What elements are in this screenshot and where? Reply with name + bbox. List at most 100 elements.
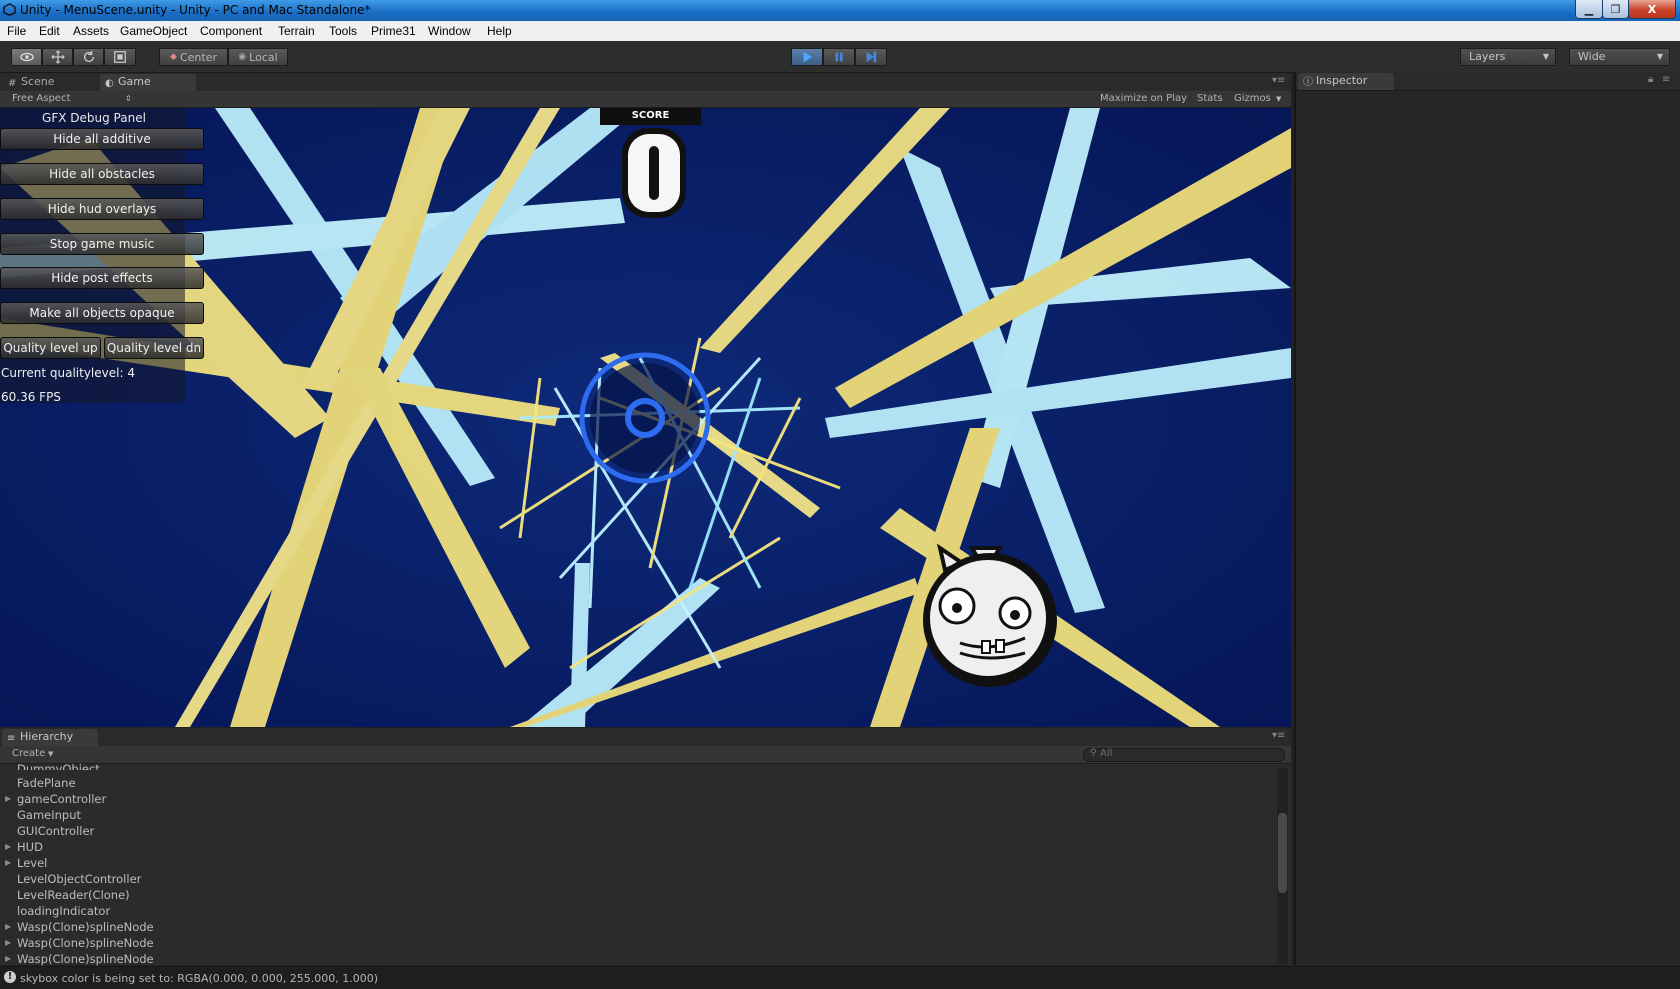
search-icon: ⚲: [1090, 748, 1097, 758]
info-icon: ⓘ: [1303, 77, 1313, 88]
pivot-rotation-button[interactable]: ◉ Local: [228, 48, 288, 66]
menu-component[interactable]: Component: [200, 24, 262, 38]
menu-tools[interactable]: Tools: [329, 24, 357, 38]
play-icon: [803, 51, 813, 63]
maximize-on-play-toggle[interactable]: Maximize on Play: [1100, 93, 1187, 104]
tab-scene[interactable]: # Scene: [3, 74, 95, 91]
maximize-button[interactable]: ❐: [1602, 0, 1629, 19]
close-button[interactable]: X: [1628, 0, 1676, 19]
lock-icon[interactable]: 🔒︎: [1648, 74, 1653, 85]
view-tool-button[interactable]: [11, 48, 42, 66]
expand-arrow-icon[interactable]: ▶: [5, 858, 11, 867]
quality-up-button[interactable]: Quality level up: [0, 337, 101, 359]
aspect-dropdown[interactable]: Free Aspect: [12, 93, 70, 104]
tab-hierarchy[interactable]: ≡ Hierarchy: [2, 729, 98, 746]
layout-label: Wide: [1578, 50, 1606, 63]
status-bar[interactable]: ! skybox color is being set to: RGBA(0.0…: [0, 966, 1680, 989]
hierarchy-item[interactable]: LevelObjectController: [17, 872, 141, 886]
hierarchy-item[interactable]: DummyObject: [17, 762, 100, 770]
tab-inspector-label: Inspector: [1316, 74, 1368, 87]
eye-icon: [19, 52, 34, 62]
maximize-icon: ❐: [1610, 2, 1621, 16]
hierarchy-item[interactable]: HUD: [17, 840, 43, 854]
dropdown-arrow-icon: ▼: [48, 750, 54, 758]
inspector-panel: ⓘ Inspector 🔒︎ ≡: [1294, 72, 1680, 965]
pacman-icon: ◐: [105, 78, 114, 89]
menu-assets[interactable]: Assets: [73, 24, 109, 38]
create-dropdown[interactable]: Create: [12, 748, 45, 759]
hide-additive-button[interactable]: Hide all additive: [0, 128, 204, 150]
tab-game[interactable]: ◐ Game: [100, 74, 196, 91]
hierarchy-item[interactable]: Wasp(Clone)splineNode: [17, 920, 154, 934]
tab-scene-label: Scene: [21, 75, 55, 88]
hierarchy-toolbar: Create ▼ ⚲ All: [0, 746, 1291, 764]
minimize-icon: ▁: [1584, 2, 1594, 16]
layers-dropdown[interactable]: Layers ▼: [1460, 48, 1556, 66]
info-message-icon: !: [4, 971, 16, 983]
panel-menu-icon[interactable]: ▾≡: [1272, 75, 1285, 86]
menu-help[interactable]: Help: [487, 24, 512, 38]
stop-game-music-button[interactable]: Stop game music: [0, 233, 204, 255]
game-view-bar: Free Aspect ⇕ Maximize on Play Stats Giz…: [0, 91, 1291, 108]
quality-down-button[interactable]: Quality level dn: [104, 337, 204, 359]
panel-menu-icon[interactable]: ≡: [1662, 74, 1670, 85]
gizmos-arrow-icon: ▼: [1276, 95, 1282, 103]
expand-arrow-icon[interactable]: ▶: [5, 954, 11, 963]
rotate-tool-button[interactable]: [73, 48, 104, 66]
minimize-button[interactable]: ▁: [1575, 0, 1603, 19]
hide-hud-overlays-button[interactable]: Hide hud overlays: [0, 198, 204, 220]
menu-prime31[interactable]: Prime31: [371, 24, 416, 38]
menu-terrain[interactable]: Terrain: [278, 24, 315, 38]
make-objects-opaque-button[interactable]: Make all objects opaque: [0, 302, 204, 324]
hierarchy-item[interactable]: GUIController: [17, 824, 94, 838]
dropdown-arrow-icon: ▼: [1656, 52, 1663, 61]
hierarchy-item[interactable]: loadingIndicator: [17, 904, 110, 918]
dropdown-arrow-icon: ▼: [1542, 52, 1549, 61]
title-bar: Unity - MenuScene.unity - Unity - PC and…: [0, 0, 1680, 21]
score-label: SCORE: [631, 110, 670, 121]
tab-game-label: Game: [118, 75, 151, 88]
expand-arrow-icon[interactable]: ▶: [5, 842, 11, 851]
hierarchy-panel: ≡ Hierarchy ▾≡ Create ▼ ⚲ All DummyObject…: [0, 728, 1291, 966]
pivot-mode-button[interactable]: ◆ Center: [159, 48, 228, 66]
aspect-arrow-icon: ⇕: [125, 94, 132, 103]
hierarchy-search-input[interactable]: ⚲ All: [1083, 748, 1285, 762]
move-tool-button[interactable]: [42, 48, 73, 66]
scrollbar-thumb[interactable]: [1278, 813, 1287, 893]
scale-tool-button[interactable]: [104, 48, 136, 66]
hierarchy-item[interactable]: FadePlane: [17, 776, 76, 790]
tab-inspector[interactable]: ⓘ Inspector: [1298, 73, 1394, 90]
stats-toggle[interactable]: Stats: [1197, 93, 1223, 104]
menu-edit[interactable]: Edit: [39, 24, 60, 38]
play-button[interactable]: [791, 48, 823, 66]
game-view[interactable]: SCORE 0 GFX Debug Panel Hide all additiv…: [0, 108, 1291, 727]
expand-arrow-icon[interactable]: ▶: [5, 922, 11, 931]
hierarchy-item[interactable]: LevelReader(Clone): [17, 888, 130, 902]
gizmos-dropdown[interactable]: Gizmos: [1234, 93, 1271, 104]
pivot-rotation-label: Local: [249, 50, 278, 64]
search-placeholder: All: [1100, 748, 1113, 759]
list-icon: ≡: [7, 733, 16, 744]
menu-file[interactable]: File: [7, 24, 26, 38]
menu-window[interactable]: Window: [428, 24, 471, 38]
pause-button[interactable]: [823, 48, 855, 66]
layout-dropdown[interactable]: Wide ▼: [1569, 48, 1670, 66]
menu-gameobject[interactable]: GameObject: [120, 24, 187, 38]
hierarchy-item[interactable]: Wasp(Clone)splineNode: [17, 936, 154, 950]
expand-arrow-icon[interactable]: ▶: [5, 794, 11, 803]
step-icon: [866, 51, 877, 63]
hierarchy-item[interactable]: gameController: [17, 792, 106, 806]
local-icon: ◉: [238, 52, 247, 62]
console-last-message: skybox color is being set to: RGBA(0.000…: [20, 972, 379, 985]
tab-hierarchy-label: Hierarchy: [20, 730, 74, 743]
hierarchy-item[interactable]: Level: [17, 856, 47, 870]
hierarchy-item[interactable]: GameInput: [17, 808, 81, 822]
panel-menu-icon[interactable]: ▾≡: [1272, 730, 1285, 741]
hide-obstacles-button[interactable]: Hide all obstacles: [0, 163, 204, 185]
expand-arrow-icon[interactable]: ▶: [5, 938, 11, 947]
hide-post-effects-button[interactable]: Hide post effects: [0, 267, 204, 289]
step-button[interactable]: [855, 48, 887, 66]
hierarchy-item[interactable]: Wasp(Clone)splineNode: [17, 952, 154, 966]
inspector-tabstrip: ⓘ Inspector 🔒︎ ≡: [1296, 72, 1680, 91]
pause-icon: [835, 52, 843, 62]
